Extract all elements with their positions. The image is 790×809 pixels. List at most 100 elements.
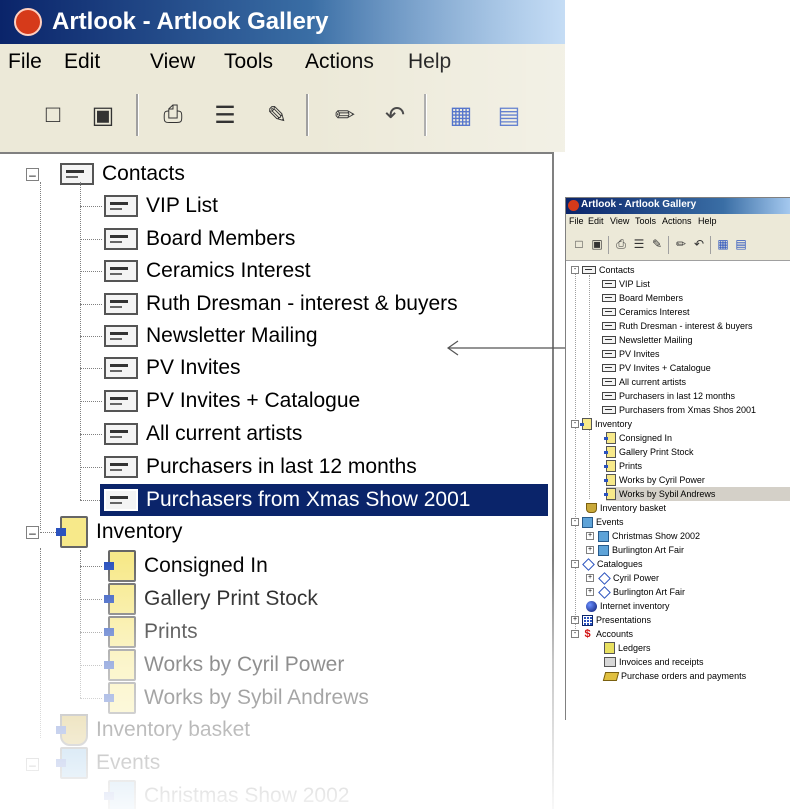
tree-node-contacts[interactable]: Contacts: [582, 263, 635, 277]
tree-node-contacts[interactable]: Contacts: [60, 158, 185, 190]
event-expand-toggle[interactable]: +: [586, 532, 594, 540]
tree-node-inventory-list[interactable]: Works by Cyril Power: [604, 473, 705, 487]
print-icon[interactable]: ⎙: [158, 100, 188, 130]
tree-node-contact-list[interactable]: All current artists: [104, 418, 302, 450]
pencil-icon[interactable]: ✏: [330, 100, 360, 130]
tree-node-inventory-basket[interactable]: Inventory basket: [586, 501, 666, 515]
tree-node-events[interactable]: Events: [56, 747, 160, 779]
events-globe-icon: [582, 516, 593, 528]
undo-icon[interactable]: ↶: [692, 236, 706, 252]
menu-file[interactable]: File: [569, 216, 584, 226]
tree-node-catalogues[interactable]: Catalogues: [582, 557, 643, 571]
menu-actions[interactable]: Actions: [305, 50, 374, 74]
catalogues-collapse-toggle[interactable]: -: [571, 560, 579, 568]
tree-node-contact-list[interactable]: Newsletter Mailing: [104, 320, 318, 352]
list-icon[interactable]: ☰: [210, 100, 240, 130]
save-icon[interactable]: ▣: [590, 236, 604, 252]
menu-tools[interactable]: Tools: [635, 216, 656, 226]
menu-help[interactable]: Help: [698, 216, 717, 226]
zoomed-folder-tree: – Contacts VIP List Board Members Cerami…: [0, 152, 554, 809]
tree-node-inventory-list[interactable]: Prints: [604, 459, 642, 473]
tree-node-inventory[interactable]: Inventory: [56, 516, 182, 548]
tree-node-contact-list[interactable]: Ceramics Interest: [602, 305, 690, 319]
tree-node-event[interactable]: Christmas Show 2002: [104, 780, 349, 809]
tree-node-contact-list[interactable]: PV Invites + Catalogue: [104, 385, 360, 417]
list-icon[interactable]: ☰: [632, 236, 646, 252]
calendar-view-icon[interactable]: ▤: [494, 100, 524, 130]
tree-node-contact-list[interactable]: All current artists: [602, 375, 686, 389]
tree-node-inventory-list[interactable]: Gallery Print Stock: [604, 445, 694, 459]
tree-node-presentations[interactable]: Presentations: [582, 613, 651, 627]
tree-node-catalogue[interactable]: Burlington Art Fair: [598, 585, 685, 599]
tree-node-invoices[interactable]: Invoices and receipts: [604, 655, 704, 669]
tree-node-contact-list[interactable]: Board Members: [104, 223, 295, 255]
accounts-collapse-toggle[interactable]: -: [571, 630, 579, 638]
tree-node-inventory-list[interactable]: Consigned In: [104, 550, 268, 582]
tree-node-inventory-list[interactable]: Works by Cyril Power: [104, 649, 344, 681]
events-collapse-toggle[interactable]: –: [26, 758, 39, 771]
tree-node-contact-list[interactable]: Ruth Dresman - interest & buyers: [104, 288, 458, 320]
contacts-collapse-toggle[interactable]: –: [26, 168, 39, 181]
new-document-icon[interactable]: □: [572, 236, 586, 252]
tree-node-contact-list[interactable]: Newsletter Mailing: [602, 333, 693, 347]
properties-icon[interactable]: ✎: [650, 236, 664, 252]
tree-node-inventory-list[interactable]: Works by Sybil Andrews: [104, 682, 369, 714]
tree-node-contact-list[interactable]: Ceramics Interest: [104, 255, 311, 287]
catalogue-expand-toggle[interactable]: +: [586, 574, 594, 582]
tree-node-accounts[interactable]: $ Accounts: [582, 627, 633, 641]
tree-node-inventory-list-selected[interactable]: Works by Sybil Andrews: [604, 487, 790, 501]
tree-node-internet-inventory[interactable]: Internet inventory: [586, 599, 670, 613]
print-icon[interactable]: ⎙: [614, 236, 628, 252]
presentations-expand-toggle[interactable]: +: [571, 616, 579, 624]
tree-node-label: Contacts: [102, 162, 185, 185]
menu-file[interactable]: File: [8, 50, 42, 74]
tree-node-catalogue[interactable]: Cyril Power: [598, 571, 659, 585]
ledger-icon: [604, 642, 615, 654]
tree-node-inventory-list[interactable]: Consigned In: [604, 431, 672, 445]
menu-help[interactable]: Help: [408, 50, 451, 74]
tree-node-inventory-list[interactable]: Prints: [104, 616, 198, 648]
grid-view-icon[interactable]: ▦: [446, 100, 476, 130]
properties-icon[interactable]: ✎: [262, 100, 292, 130]
contacts-collapse-toggle[interactable]: -: [571, 266, 579, 274]
tree-node-event[interactable]: Burlington Art Fair: [598, 543, 684, 557]
tree-node-contact-list[interactable]: Purchasers in last 12 months: [104, 451, 417, 483]
tree-node-contact-list[interactable]: VIP List: [104, 190, 218, 222]
tree-node-purchase-orders[interactable]: Purchase orders and payments: [602, 669, 746, 683]
tree-node-contact-list[interactable]: Purchasers in last 12 months: [602, 389, 735, 403]
tree-node-contact-list[interactable]: Purchasers from Xmas Shos 2001: [602, 403, 756, 417]
menu-view[interactable]: View: [610, 216, 629, 226]
undo-icon[interactable]: ↶: [380, 100, 410, 130]
pencil-icon[interactable]: ✏: [674, 236, 688, 252]
catalogue-expand-toggle[interactable]: +: [586, 588, 594, 596]
tree-node-contact-list[interactable]: VIP List: [602, 277, 650, 291]
inventory-clipboard-icon: [604, 432, 616, 444]
menu-edit[interactable]: Edit: [64, 50, 100, 74]
tree-node-events[interactable]: Events: [582, 515, 624, 529]
grid-view-icon[interactable]: ▦: [716, 236, 730, 252]
tree-node-ledgers[interactable]: Ledgers: [604, 641, 651, 655]
calendar-view-icon[interactable]: ▤: [734, 236, 748, 252]
menu-edit[interactable]: Edit: [588, 216, 604, 226]
tree-node-contact-list[interactable]: PV Invites + Catalogue: [602, 361, 711, 375]
inventory-collapse-toggle[interactable]: -: [571, 420, 579, 428]
menu-tools[interactable]: Tools: [224, 50, 273, 74]
tree-node-event[interactable]: Christmas Show 2002: [598, 529, 700, 543]
artlook-logo-icon: [568, 200, 579, 211]
menu-view[interactable]: View: [150, 50, 195, 74]
contact-card-icon: [104, 456, 138, 478]
tree-node-contact-list[interactable]: Ruth Dresman - interest & buyers: [602, 319, 753, 333]
save-icon[interactable]: ▣: [88, 100, 118, 130]
event-expand-toggle[interactable]: +: [586, 546, 594, 554]
tree-node-inventory-list[interactable]: Gallery Print Stock: [104, 583, 318, 615]
tree-node-contact-list-selected[interactable]: Purchasers from Xmas Show 2001: [100, 484, 548, 516]
tree-node-contact-list[interactable]: Board Members: [602, 291, 683, 305]
new-document-icon[interactable]: □: [38, 100, 68, 130]
events-collapse-toggle[interactable]: -: [571, 518, 579, 526]
tree-node-inventory-basket[interactable]: Inventory basket: [56, 714, 250, 746]
tree-node-contact-list[interactable]: PV Invites: [602, 347, 660, 361]
inventory-collapse-toggle[interactable]: –: [26, 526, 39, 539]
tree-node-inventory[interactable]: Inventory: [580, 417, 632, 431]
tree-node-contact-list[interactable]: PV Invites: [104, 352, 241, 384]
menu-actions[interactable]: Actions: [662, 216, 692, 226]
